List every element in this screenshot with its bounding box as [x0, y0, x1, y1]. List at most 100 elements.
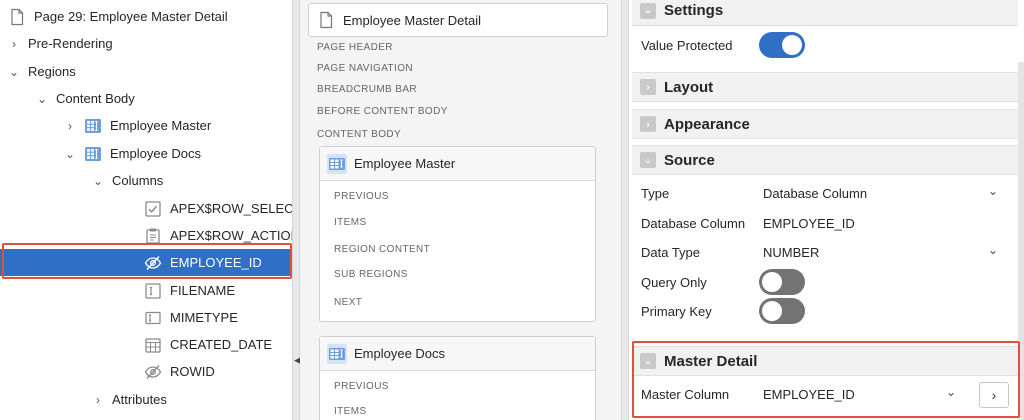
subposition-previous[interactable]: PREVIOUS	[334, 191, 389, 202]
chevron-right-icon[interactable]: ›	[8, 37, 20, 51]
property-editor: ⌄ Settings Value Protected › Layout › Ap…	[630, 0, 1024, 420]
tree-node-label: Employee Master	[110, 118, 212, 133]
layout-page-title: Employee Master Detail	[343, 12, 481, 28]
property-scrollbar[interactable]	[1018, 62, 1024, 420]
page-icon	[8, 8, 26, 26]
page-icon	[317, 11, 335, 29]
splitter-left[interactable]: ◀	[292, 0, 301, 420]
group-master-detail-header[interactable]: ⌄ Master Detail	[632, 346, 1018, 376]
subposition-sub-regions[interactable]: SUB REGIONS	[334, 269, 408, 280]
tree-node-employee-docs[interactable]: ⌄ Employee Docs	[0, 140, 292, 167]
position-breadcrumb-bar[interactable]: BREADCRUMB BAR	[317, 84, 417, 95]
checkbox-column-icon	[144, 200, 162, 218]
prop-label-primary-key: Primary Key	[641, 304, 712, 319]
toggle-knob	[762, 272, 782, 292]
position-before-content-body[interactable]: BEFORE CONTENT BODY	[317, 106, 448, 117]
chevron-right-icon: ›	[991, 387, 997, 403]
region-title: Employee Docs	[354, 346, 446, 361]
text-field-column-icon	[144, 282, 162, 300]
interactive-grid-icon	[84, 145, 102, 163]
tree-node-label: Attributes	[112, 392, 167, 407]
tree-node-employee-master[interactable]: › Employee Master	[0, 112, 292, 139]
layout-region-employee-docs[interactable]: Employee Docs PREVIOUS ITEMS	[319, 336, 596, 420]
chevron-right-icon[interactable]: ›	[92, 393, 104, 407]
chevron-down-icon[interactable]: ⌄	[64, 147, 76, 161]
toggle-knob	[782, 35, 802, 55]
subposition-previous[interactable]: PREVIOUS	[334, 381, 389, 392]
layout-panel: Employee Master Detail PAGE HEADER PAGE …	[300, 0, 621, 420]
region-header[interactable]: Employee Docs	[320, 337, 595, 371]
chevron-down-icon[interactable]: ⌄	[988, 243, 998, 257]
region-header[interactable]: Employee Master	[320, 147, 595, 181]
tree-node-page[interactable]: Page 29: Employee Master Detail	[0, 3, 292, 30]
prop-label-type: Type	[641, 186, 670, 201]
tree-node-col-row-action[interactable]: APEX$ROW_ACTION	[0, 222, 292, 249]
group-source-header[interactable]: ⌄ Source	[632, 145, 1018, 175]
prop-label-master-column: Master Column	[641, 387, 730, 402]
tree-node-columns[interactable]: ⌄ Columns	[0, 167, 292, 194]
chevron-down-icon[interactable]: ⌄	[640, 353, 656, 369]
chevron-down-icon[interactable]: ⌄	[988, 184, 998, 198]
group-title: Appearance	[664, 115, 750, 133]
chevron-right-icon[interactable]: ›	[640, 79, 656, 95]
subposition-items[interactable]: ITEMS	[334, 217, 367, 228]
tree-node-col-rowid[interactable]: ROWID	[0, 358, 292, 385]
toggle-knob	[762, 301, 782, 321]
tree-node-col-filename[interactable]: FILENAME	[0, 277, 292, 304]
prop-label-value-protected: Value Protected	[641, 38, 733, 53]
database-column-input[interactable]: EMPLOYEE_ID	[763, 216, 855, 231]
primary-key-toggle[interactable]	[759, 298, 805, 324]
tree-node-col-employee-id[interactable]: EMPLOYEE_ID	[0, 249, 292, 276]
tree-node-label: APEX$ROW_SELECTOR	[170, 201, 292, 216]
group-title: Master Detail	[664, 352, 758, 370]
rendering-tree: Page 29: Employee Master Detail › Pre-Re…	[0, 0, 292, 420]
tree-node-label: Page 29: Employee Master Detail	[34, 9, 228, 24]
position-page-navigation[interactable]: PAGE NAVIGATION	[317, 63, 413, 74]
interactive-grid-icon	[326, 153, 348, 175]
subposition-next[interactable]: NEXT	[334, 297, 362, 308]
query-only-toggle[interactable]	[759, 269, 805, 295]
calendar-column-icon	[144, 336, 162, 354]
group-layout-header[interactable]: › Layout	[632, 72, 1018, 102]
interactive-grid-icon	[326, 343, 348, 365]
tree-node-col-mimetype[interactable]: MIMETYPE	[0, 304, 292, 331]
tree-node-label: Columns	[112, 173, 164, 188]
group-settings-header[interactable]: ⌄ Settings	[632, 0, 1018, 26]
chevron-down-icon[interactable]: ⌄	[8, 65, 20, 79]
tree-node-attributes[interactable]: › Attributes	[0, 386, 292, 413]
type-select[interactable]: Database Column	[763, 186, 867, 201]
tree-node-col-created-date[interactable]: CREATED_DATE	[0, 331, 292, 358]
tree-node-regions[interactable]: ⌄ Regions	[0, 58, 292, 85]
subposition-region-content[interactable]: REGION CONTENT	[334, 244, 430, 255]
tree-node-label: EMPLOYEE_ID	[170, 255, 262, 270]
tree-node-content-body[interactable]: ⌄ Content Body	[0, 85, 292, 112]
value-protected-toggle[interactable]	[759, 32, 805, 58]
tree-node-label: ROWID	[170, 364, 215, 379]
prop-label-query-only: Query Only	[641, 275, 707, 290]
clipboard-column-icon	[144, 227, 162, 245]
chevron-down-icon[interactable]: ⌄	[640, 2, 656, 19]
position-page-header[interactable]: PAGE HEADER	[317, 42, 393, 53]
splitter-right[interactable]	[621, 0, 629, 420]
data-type-select[interactable]: NUMBER	[763, 245, 819, 260]
tree-node-pre-rendering[interactable]: › Pre-Rendering	[0, 30, 292, 57]
prop-label-database-column: Database Column	[641, 216, 746, 231]
tree-node-col-row-selector[interactable]: APEX$ROW_SELECTOR	[0, 195, 292, 222]
group-appearance-header[interactable]: › Appearance	[632, 109, 1018, 139]
chevron-down-icon[interactable]: ⌄	[946, 385, 956, 399]
subposition-items[interactable]: ITEMS	[334, 406, 367, 417]
chevron-down-icon[interactable]: ⌄	[36, 92, 48, 106]
group-title: Source	[664, 151, 715, 169]
tree-node-label: FILENAME	[170, 283, 236, 298]
group-title: Layout	[664, 78, 714, 96]
layout-page-card[interactable]: Employee Master Detail	[308, 3, 608, 37]
chevron-right-icon[interactable]: ›	[64, 119, 76, 133]
master-column-select[interactable]: EMPLOYEE_ID	[763, 387, 855, 402]
go-to-master-column-button[interactable]: ›	[979, 382, 1009, 408]
prop-label-data-type: Data Type	[641, 245, 701, 260]
layout-region-employee-master[interactable]: Employee Master PREVIOUS ITEMS REGION CO…	[319, 146, 596, 322]
position-content-body[interactable]: CONTENT BODY	[317, 129, 401, 140]
chevron-down-icon[interactable]: ⌄	[640, 152, 656, 168]
chevron-down-icon[interactable]: ⌄	[92, 174, 104, 188]
chevron-right-icon[interactable]: ›	[640, 116, 656, 132]
